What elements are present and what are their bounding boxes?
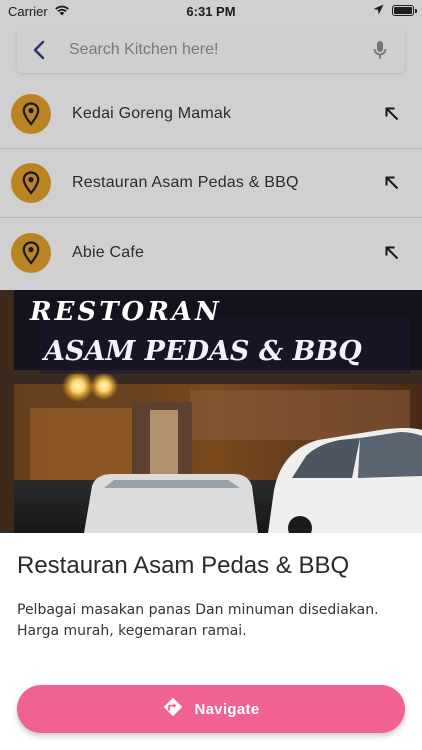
microphone-icon[interactable] [355, 26, 405, 73]
list-item-label: Abie Cafe [72, 243, 145, 261]
status-bar: Carrier 6:31 PM [0, 0, 422, 22]
navigate-button[interactable]: Navigate [17, 685, 405, 733]
arrow-up-left-icon[interactable] [362, 80, 422, 149]
list-item-label: Kedai Goreng Mamak [72, 105, 232, 122]
status-time: 6:31 PM [186, 4, 236, 19]
list-item[interactable]: Restauran Asam Pedas & BBQ [0, 149, 422, 218]
place-photo: RESTORAN ASAM PEDAS & BBQ [0, 290, 422, 533]
place-description: Pelbagai masakan panas Dan minuman dised… [17, 602, 379, 639]
location-pin-icon [11, 163, 51, 203]
sign-text-restoran: RESTORAN [29, 297, 222, 327]
list-item[interactable]: Abie Cafe [0, 218, 422, 287]
status-right [373, 3, 417, 18]
navigate-label: Navigate [194, 700, 260, 718]
arrow-up-left-icon[interactable] [362, 149, 422, 218]
location-pin-icon [11, 232, 51, 273]
search-bar [17, 26, 405, 73]
sign-text-asam-pedas: ASAM PEDAS & BBQ [41, 336, 362, 367]
search-results-list: Kedai Goreng Mamak Restauran Asam Pedas … [0, 80, 422, 287]
list-item-label: Restauran Asam Pedas & BBQ [72, 174, 299, 191]
battery-icon [392, 5, 417, 16]
place-detail-sheet: RESTORAN ASAM PEDAS & BBQ Restauran Asam… [0, 290, 422, 750]
location-pin-icon [11, 94, 51, 134]
list-item[interactable]: Kedai Goreng Mamak [0, 80, 422, 149]
arrow-up-left-icon[interactable] [362, 218, 422, 287]
place-title: Restauran Asam Pedas & BBQ [17, 552, 350, 579]
chevron-left-icon[interactable] [17, 26, 61, 73]
search-input[interactable] [61, 26, 355, 73]
location-arrow-icon [373, 3, 384, 18]
directions-icon [163, 697, 183, 721]
